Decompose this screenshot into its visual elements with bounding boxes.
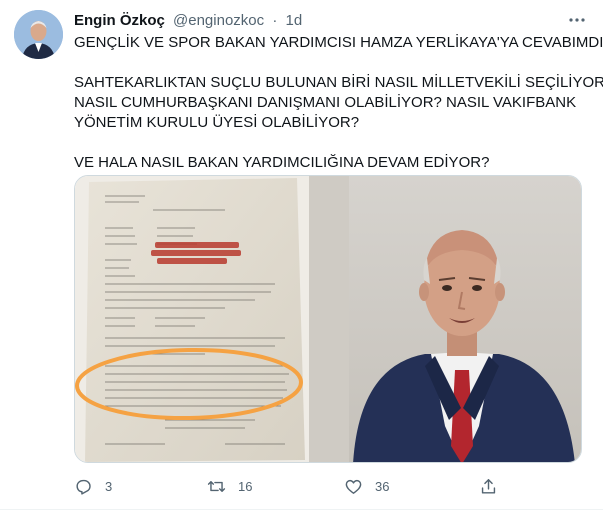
tweet-media[interactable] xyxy=(74,175,582,463)
more-dots-icon[interactable] xyxy=(565,8,589,32)
avatar-image xyxy=(14,10,63,59)
tweet-line: YÖNETİM KURULU ÜYESİ OLABİLİYOR? xyxy=(74,114,360,131)
tweet-header: Engin Özkoç @enginozkoc · 1d xyxy=(74,11,302,30)
tweet[interactable]: Engin Özkoç @enginozkoc · 1d GENÇLİK VE … xyxy=(0,0,603,510)
share-icon xyxy=(481,478,496,494)
tweet-text: GENÇLİK VE SPOR BAKAN YARDIMCISI HAMZA Y… xyxy=(74,33,603,173)
media-image xyxy=(75,176,581,462)
share-button[interactable] xyxy=(479,474,498,498)
tweet-line: VE HALA NASIL BAKAN YARDIMCILIĞINA DEVAM… xyxy=(74,154,490,171)
like-count: 36 xyxy=(375,478,390,494)
timestamp[interactable]: 1d xyxy=(285,12,302,29)
reply-count: 3 xyxy=(105,478,113,494)
reply-icon xyxy=(76,479,91,495)
retweet-icon xyxy=(207,480,226,492)
wall-shadow xyxy=(309,176,349,462)
avatar[interactable] xyxy=(14,10,63,59)
tweet-line: NASIL CUMHURBAŞKANI DANIŞMANI OLABİLİYOR… xyxy=(74,94,577,111)
heart-icon xyxy=(345,479,362,494)
like-button[interactable]: 36 xyxy=(344,474,389,498)
tweet-actions: 3 16 36 xyxy=(74,474,514,498)
reply-button[interactable]: 3 xyxy=(74,474,112,498)
separator-dot: · xyxy=(272,12,278,29)
tweet-line: SAHTEKARLIKTAN SUÇLU BULUNAN BİRİ NASIL … xyxy=(74,74,603,91)
retweet-button[interactable]: 16 xyxy=(207,474,252,498)
display-name[interactable]: Engin Özkoç xyxy=(74,12,165,29)
tweet-line: GENÇLİK VE SPOR BAKAN YARDIMCISI HAMZA Y… xyxy=(74,34,603,51)
user-handle[interactable]: @enginozkoc xyxy=(173,12,264,29)
retweet-count: 16 xyxy=(238,478,253,494)
